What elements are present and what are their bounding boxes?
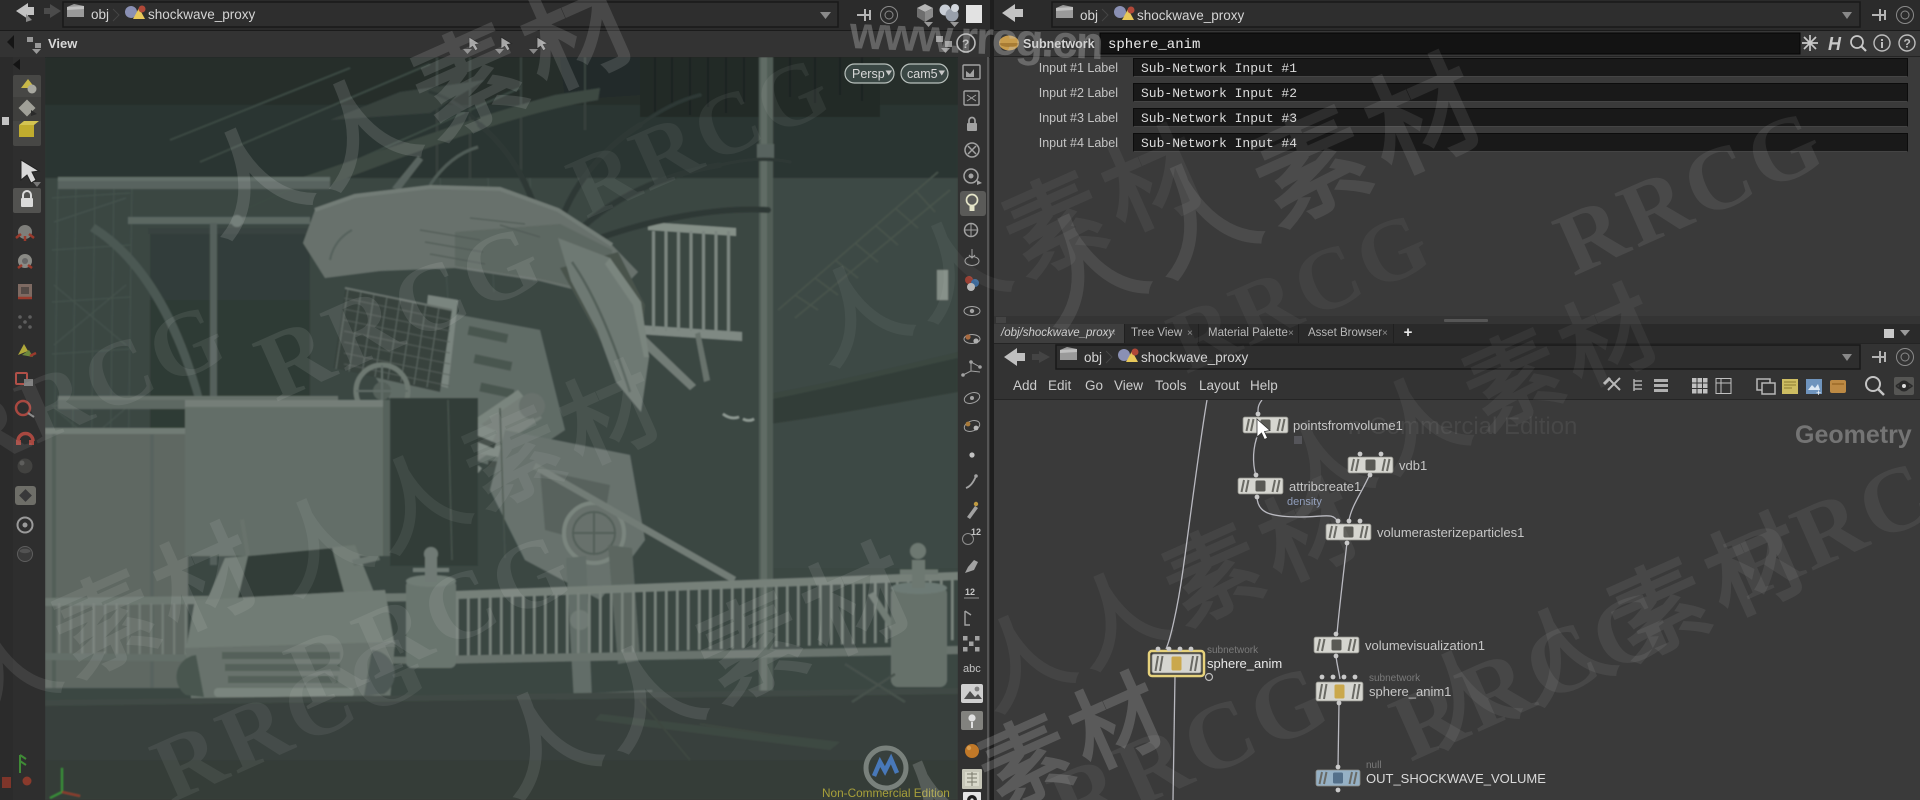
svg-text:null: null xyxy=(1366,760,1382,771)
svg-text:+: + xyxy=(1816,388,1821,398)
svg-text:?: ? xyxy=(962,37,969,51)
svg-text:sphere_anim: sphere_anim xyxy=(1207,656,1282,671)
svg-text:obj: obj xyxy=(91,7,109,22)
svg-text:subnetwork: subnetwork xyxy=(1369,673,1421,684)
svg-text:12: 12 xyxy=(965,587,975,597)
svg-text:Geometry: Geometry xyxy=(1795,421,1912,449)
svg-text:density: density xyxy=(1287,496,1322,508)
svg-text:attribcreate1: attribcreate1 xyxy=(1289,479,1361,494)
svg-text:H: H xyxy=(1828,34,1842,54)
svg-text:sphere_anim1: sphere_anim1 xyxy=(1369,684,1451,699)
svg-text:shockwave_proxy: shockwave_proxy xyxy=(1141,350,1249,365)
svg-text:12: 12 xyxy=(971,527,981,537)
svg-text:obj: obj xyxy=(1084,350,1102,365)
svg-text:Non-Commercial Edition: Non-Commercial Edition xyxy=(822,786,950,800)
svg-text:shockwave_proxy: shockwave_proxy xyxy=(1137,8,1245,23)
svg-text:pointsfromvolume1: pointsfromvolume1 xyxy=(1293,418,1403,433)
svg-text:volumerasterizeparticles1: volumerasterizeparticles1 xyxy=(1377,525,1524,540)
svg-text:Persp: Persp xyxy=(852,67,885,81)
svg-text:vdb1: vdb1 xyxy=(1399,458,1427,473)
svg-text:cam5: cam5 xyxy=(907,67,938,81)
svg-text:?: ? xyxy=(1904,37,1911,51)
svg-text:obj: obj xyxy=(1080,8,1098,23)
svg-text:sphere_anim: sphere_anim xyxy=(1108,37,1200,53)
svg-text:OUT_SHOCKWAVE_VOLUME: OUT_SHOCKWAVE_VOLUME xyxy=(1366,771,1546,786)
svg-text:View: View xyxy=(48,36,78,51)
svg-text:abc: abc xyxy=(963,663,981,675)
svg-text:shockwave_proxy: shockwave_proxy xyxy=(148,7,256,22)
svg-text:volumevisualization1: volumevisualization1 xyxy=(1365,638,1485,653)
svg-text:subnetwork: subnetwork xyxy=(1207,645,1259,656)
svg-text:Subnetwork: Subnetwork xyxy=(1023,37,1095,51)
